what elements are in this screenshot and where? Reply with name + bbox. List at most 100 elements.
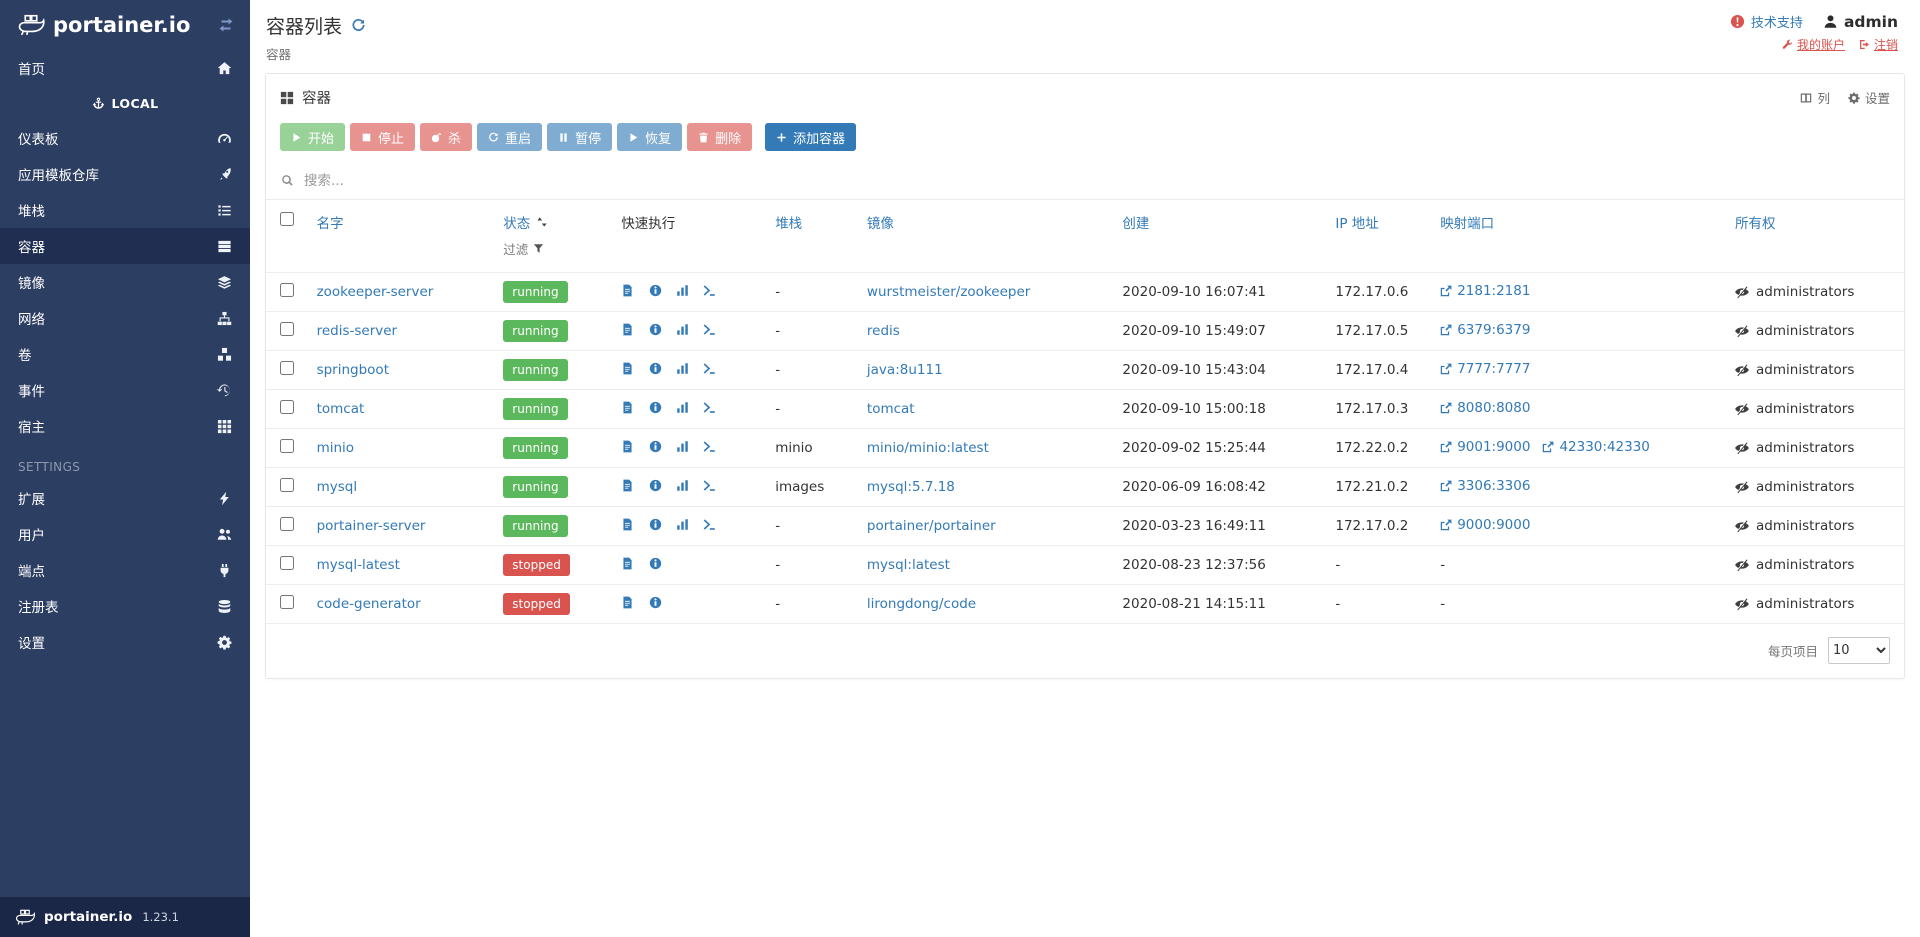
image-link[interactable]: wurstmeister/zookeeper bbox=[867, 284, 1030, 300]
image-link[interactable]: redis bbox=[867, 323, 900, 339]
column-header-stack[interactable]: 堆栈 bbox=[775, 216, 802, 232]
row-select-checkbox[interactable] bbox=[280, 439, 294, 453]
sidebar-item-registries[interactable]: 注册表 bbox=[0, 588, 250, 624]
inspect-icon[interactable] bbox=[649, 518, 662, 531]
kill-button[interactable]: 杀 bbox=[420, 123, 473, 151]
column-header-name[interactable]: 名字 bbox=[317, 216, 344, 232]
published-port-link[interactable]: 9001:9000 bbox=[1440, 439, 1530, 455]
published-port-link[interactable]: 7777:7777 bbox=[1440, 361, 1530, 377]
stats-icon[interactable] bbox=[676, 401, 689, 414]
console-icon[interactable] bbox=[703, 401, 716, 414]
container-name-link[interactable]: tomcat bbox=[317, 401, 365, 417]
column-header-image[interactable]: 镜像 bbox=[867, 216, 894, 232]
stop-button[interactable]: 停止 bbox=[350, 123, 416, 151]
image-link[interactable]: java:8u111 bbox=[867, 362, 943, 378]
logs-icon[interactable] bbox=[621, 518, 634, 531]
logs-icon[interactable] bbox=[621, 440, 634, 453]
inspect-icon[interactable] bbox=[649, 323, 662, 336]
remove-button[interactable]: 删除 bbox=[687, 123, 753, 151]
container-name-link[interactable]: code-generator bbox=[317, 596, 421, 612]
row-select-checkbox[interactable] bbox=[280, 361, 294, 375]
published-port-link[interactable]: 8080:8080 bbox=[1440, 400, 1530, 416]
console-icon[interactable] bbox=[703, 323, 716, 336]
logs-icon[interactable] bbox=[621, 401, 634, 414]
stats-icon[interactable] bbox=[676, 518, 689, 531]
sidebar-item-endpoints[interactable]: 端点 bbox=[0, 552, 250, 588]
row-select-checkbox[interactable] bbox=[280, 283, 294, 297]
image-link[interactable]: mysql:5.7.18 bbox=[867, 479, 955, 495]
sort-icon[interactable] bbox=[536, 216, 548, 228]
row-select-checkbox[interactable] bbox=[280, 478, 294, 492]
column-header-ip[interactable]: IP 地址 bbox=[1335, 216, 1378, 232]
start-button[interactable]: 开始 bbox=[280, 123, 346, 151]
logs-icon[interactable] bbox=[621, 323, 634, 336]
sidebar-item-home[interactable]: 首页 bbox=[0, 50, 250, 86]
sidebar-item-events[interactable]: 事件 bbox=[0, 372, 250, 408]
console-icon[interactable] bbox=[703, 440, 716, 453]
stats-icon[interactable] bbox=[676, 440, 689, 453]
container-name-link[interactable]: minio bbox=[317, 440, 354, 456]
sidebar-item-volumes[interactable]: 卷 bbox=[0, 336, 250, 372]
published-port-link[interactable]: 9000:9000 bbox=[1440, 517, 1530, 533]
container-name-link[interactable]: mysql bbox=[317, 479, 358, 495]
sidebar-item-users[interactable]: 用户 bbox=[0, 516, 250, 552]
published-port-link[interactable]: 42330:42330 bbox=[1542, 439, 1650, 455]
logs-icon[interactable] bbox=[621, 362, 634, 375]
image-link[interactable]: lirongdong/code bbox=[867, 596, 976, 612]
table-settings-button[interactable]: 设置 bbox=[1848, 88, 1890, 107]
stats-icon[interactable] bbox=[676, 284, 689, 297]
restart-button[interactable]: 重启 bbox=[477, 123, 543, 151]
row-select-checkbox[interactable] bbox=[280, 322, 294, 336]
sidebar-item-app-templates[interactable]: 应用模板仓库 bbox=[0, 156, 250, 192]
sidebar-item-containers[interactable]: 容器 bbox=[0, 228, 250, 264]
column-header-state[interactable]: 状态 bbox=[503, 212, 530, 232]
add-container-button[interactable]: 添加容器 bbox=[765, 123, 857, 151]
sidebar-collapse-icon[interactable] bbox=[218, 17, 234, 33]
console-icon[interactable] bbox=[703, 518, 716, 531]
stats-icon[interactable] bbox=[676, 479, 689, 492]
sidebar-item-host[interactable]: 宿主 bbox=[0, 408, 250, 444]
inspect-icon[interactable] bbox=[649, 284, 662, 297]
columns-button[interactable]: 列 bbox=[1800, 88, 1830, 107]
inspect-icon[interactable] bbox=[649, 401, 662, 414]
image-link[interactable]: tomcat bbox=[867, 401, 915, 417]
published-port-link[interactable]: 2181:2181 bbox=[1440, 283, 1530, 299]
row-select-checkbox[interactable] bbox=[280, 517, 294, 531]
console-icon[interactable] bbox=[703, 362, 716, 375]
support-link[interactable]: 技术支持 bbox=[1730, 12, 1803, 31]
state-filter-button[interactable]: 过滤 bbox=[503, 239, 544, 258]
inspect-icon[interactable] bbox=[649, 596, 662, 609]
logs-icon[interactable] bbox=[621, 596, 634, 609]
container-name-link[interactable]: zookeeper-server bbox=[317, 284, 434, 300]
column-header-ownership[interactable]: 所有权 bbox=[1735, 216, 1776, 232]
sidebar-item-stacks[interactable]: 堆栈 bbox=[0, 192, 250, 228]
row-select-checkbox[interactable] bbox=[280, 556, 294, 570]
select-all-checkbox[interactable] bbox=[280, 212, 294, 226]
sidebar-item-images[interactable]: 镜像 bbox=[0, 264, 250, 300]
column-header-ports[interactable]: 映射端口 bbox=[1440, 216, 1494, 232]
inspect-icon[interactable] bbox=[649, 557, 662, 570]
refresh-icon[interactable] bbox=[351, 18, 366, 33]
logout-link[interactable]: 注销 bbox=[1859, 36, 1898, 53]
published-port-link[interactable]: 6379:6379 bbox=[1440, 322, 1530, 338]
logs-icon[interactable] bbox=[621, 284, 634, 297]
container-name-link[interactable]: redis-server bbox=[317, 323, 398, 339]
container-name-link[interactable]: mysql-latest bbox=[317, 557, 400, 573]
row-select-checkbox[interactable] bbox=[280, 595, 294, 609]
sidebar-item-networks[interactable]: 网络 bbox=[0, 300, 250, 336]
sidebar-item-settings[interactable]: 设置 bbox=[0, 624, 250, 660]
logs-icon[interactable] bbox=[621, 557, 634, 570]
sidebar-item-extensions[interactable]: 扩展 bbox=[0, 480, 250, 516]
resume-button[interactable]: 恢复 bbox=[617, 123, 683, 151]
inspect-icon[interactable] bbox=[649, 479, 662, 492]
console-icon[interactable] bbox=[703, 479, 716, 492]
portainer-logo-link[interactable]: portainer.io bbox=[16, 13, 190, 37]
column-header-created[interactable]: 创建 bbox=[1122, 216, 1149, 232]
image-link[interactable]: minio/minio:latest bbox=[867, 440, 989, 456]
logs-icon[interactable] bbox=[621, 479, 634, 492]
pause-button[interactable]: 暂停 bbox=[547, 123, 613, 151]
my-account-link[interactable]: 我的账户 bbox=[1782, 36, 1845, 53]
row-select-checkbox[interactable] bbox=[280, 400, 294, 414]
container-name-link[interactable]: portainer-server bbox=[317, 518, 426, 534]
container-name-link[interactable]: springboot bbox=[317, 362, 389, 378]
